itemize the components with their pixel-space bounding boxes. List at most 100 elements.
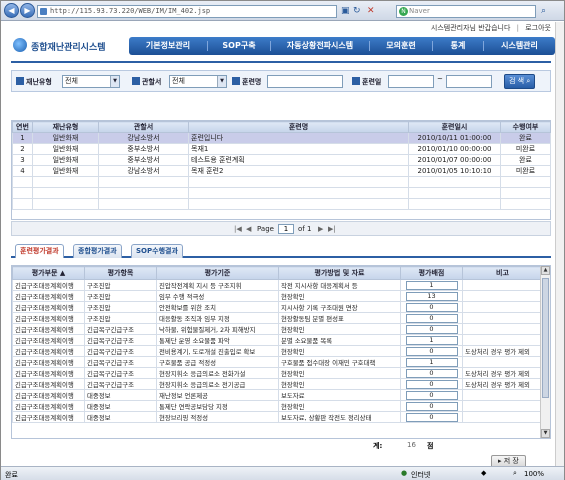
cell-remarks bbox=[462, 290, 543, 302]
cell-eval-score: 0 bbox=[400, 301, 463, 313]
zoom-icon[interactable]: ⌕ bbox=[513, 469, 517, 478]
tab-overall-eval[interactable]: 종합평가결과 bbox=[73, 244, 122, 258]
table-row[interactable]: 긴급구조대응계획이행 대중정보 현장브리핑 적정성 보도자료, 상황판 작전도 정리상… bbox=[12, 411, 543, 423]
col-header-remarks[interactable]: 비고 bbox=[462, 266, 543, 280]
date-from-input[interactable] bbox=[388, 75, 434, 88]
table-row[interactable]: 3 일반화재 중부소방서 테스트용 훈련계획 2010/01/07 00:00:… bbox=[12, 154, 551, 166]
table-row[interactable]: 긴급구조대응계획이행 긴급복구긴급구조 현장지휘소 응급의료소 전화가설 현장확인 0 도… bbox=[12, 367, 543, 379]
logout-link[interactable]: 로그아웃 bbox=[525, 24, 551, 32]
table-row[interactable]: 4 일반화재 강남소방서 목재 훈련2 2010/01/05 10:10:10 … bbox=[12, 165, 551, 177]
scroll-thumb[interactable] bbox=[542, 278, 549, 398]
menu-basic-info[interactable]: 기본정보관리 bbox=[129, 37, 207, 55]
date-range-dash: ~ bbox=[437, 75, 443, 83]
forward-icon[interactable]: ▶ bbox=[20, 3, 35, 18]
score-input[interactable]: 0 bbox=[405, 324, 458, 334]
disaster-type-select[interactable]: 전체 ▼ bbox=[62, 75, 120, 88]
table-row[interactable]: 긴급구조대응계획이행 구조진압 대응활동 조직과 임무 지정 현장활동팀 분별 편성표… bbox=[12, 312, 543, 324]
chevron-down-icon: ▼ bbox=[110, 76, 119, 87]
table-row[interactable]: 1 일반화재 강남소방서 훈련입니다 2010/10/11 01:00:00 완… bbox=[12, 132, 551, 144]
menu-system-admin[interactable]: 시스템관리 bbox=[484, 37, 555, 55]
cell-eval-criteria: 통제단 연락공보담당 지정 bbox=[156, 400, 279, 412]
score-input[interactable]: 0 bbox=[405, 379, 458, 389]
menu-mock-training[interactable]: 모의훈련 bbox=[370, 37, 432, 55]
col-header-training-date[interactable]: 훈련일시 bbox=[408, 121, 501, 133]
cell-training-date: 2010/01/05 10:10:10 bbox=[408, 165, 501, 177]
logo[interactable]: 종합재난관리시스템 bbox=[13, 36, 123, 56]
table-row[interactable]: 긴급구조대응계획이행 구조진압 안전확보를 위한 조치 지시사항 기록 구조대원 면장… bbox=[12, 301, 543, 313]
protected-mode-icon[interactable]: ◆ bbox=[481, 469, 486, 477]
cell-status: 완료 bbox=[500, 154, 551, 166]
last-page-icon[interactable]: ▶| bbox=[328, 225, 336, 233]
stop-icon[interactable]: ✕ bbox=[367, 6, 377, 16]
agency-select[interactable]: 전체 ▼ bbox=[169, 75, 227, 88]
first-page-icon[interactable]: |◀ bbox=[234, 225, 242, 233]
col-header-eval-area[interactable]: 평가부문 ▲ bbox=[12, 266, 85, 280]
cell-eval-criteria: 현장지휘소 응급의료소 전화가설 bbox=[156, 367, 279, 379]
table-row[interactable]: 긴급구조대응계획이행 구조진압 진압작전계획 지시 등 구조지휘 작전 지시사항 대응… bbox=[12, 279, 543, 291]
table-row[interactable]: 긴급구조대응계획이행 긴급복구긴급구조 통제단 운영 소요물품 파악 분별 소요물품 … bbox=[12, 334, 543, 346]
col-header-training-name[interactable]: 훈련명 bbox=[188, 121, 409, 133]
col-header-eval-method[interactable]: 평가방법 및 자료 bbox=[278, 266, 401, 280]
col-header-no[interactable]: 연번 bbox=[12, 121, 33, 133]
top-strip: 시스템관리자님 반갑습니다 | 로그아웃 bbox=[3, 22, 555, 32]
cell-remarks bbox=[462, 279, 543, 291]
url-field[interactable]: http://115.93.73.220/WEB/IM/IM_402.jsp bbox=[37, 5, 337, 18]
table-row[interactable]: 긴급구조대응계획이행 긴급복구긴급구조 현장지휘소 응급의료소 전기공급 현장확인 0 도… bbox=[12, 378, 543, 390]
scroll-down-icon[interactable]: ▼ bbox=[541, 429, 550, 438]
next-page-icon[interactable]: ▶ bbox=[318, 225, 323, 233]
cell-no: 4 bbox=[12, 165, 33, 177]
col-header-eval-criteria[interactable]: 평가기준 bbox=[156, 266, 279, 280]
col-header-agency[interactable]: 관할서 bbox=[98, 121, 189, 133]
table-row[interactable]: 긴급구조대응계획이행 구조진압 임무 수행 적극성 현장확인 13 bbox=[12, 290, 543, 302]
date-to-input[interactable] bbox=[446, 75, 492, 88]
score-input[interactable]: 0 bbox=[405, 390, 458, 400]
col-header-eval-score[interactable]: 평가배점 bbox=[400, 266, 463, 280]
evaluation-table: 평가부문 ▲ 평가항목 평가기준 평가방법 및 자료 평가배점 비고 긴급구조대… bbox=[12, 266, 543, 423]
score-input[interactable]: 0 bbox=[405, 412, 458, 422]
col-header-disaster-type[interactable]: 재난유형 bbox=[32, 121, 99, 133]
cell-eval-criteria: 현장브리핑 적정성 bbox=[156, 411, 279, 423]
page-vertical-scrollbar[interactable] bbox=[555, 22, 564, 466]
refresh-icon[interactable]: ↻ bbox=[353, 6, 363, 16]
score-input[interactable]: 13 bbox=[405, 291, 458, 301]
score-input[interactable]: 0 bbox=[405, 368, 458, 378]
total-unit: 점 bbox=[427, 442, 434, 450]
menu-statistics[interactable]: 통계 bbox=[433, 37, 483, 55]
col-header-status[interactable]: 수행여부 bbox=[500, 121, 551, 133]
cell-eval-area: 긴급구조대응계획이행 bbox=[12, 290, 85, 302]
score-input[interactable]: 1 bbox=[405, 357, 458, 367]
col-header-eval-item[interactable]: 평가항목 bbox=[84, 266, 157, 280]
compat-view-icon[interactable]: ▣ bbox=[341, 6, 351, 16]
menu-auto-propagation[interactable]: 자동상황전파시스템 bbox=[271, 37, 369, 55]
agency-label: 관할서 bbox=[132, 77, 161, 87]
zoom-level[interactable]: 100% bbox=[524, 470, 544, 478]
prev-page-icon[interactable]: ◀ bbox=[246, 225, 251, 233]
tab-training-eval[interactable]: 훈련평가결과 bbox=[15, 244, 64, 258]
score-input[interactable]: 0 bbox=[405, 346, 458, 356]
score-input[interactable]: 1 bbox=[405, 335, 458, 345]
menu-sop[interactable]: SOP구축 bbox=[208, 37, 270, 55]
search-button[interactable]: 검 색 ⌕ bbox=[504, 74, 536, 89]
tab-sop-result[interactable]: SOP수행결과 bbox=[131, 244, 183, 258]
back-icon[interactable]: ◀ bbox=[4, 3, 19, 18]
table-row[interactable]: 긴급구조대응계획이행 대중정보 재난정보 언론제공 보도자료 0 bbox=[12, 389, 543, 401]
eval-vertical-scrollbar[interactable]: ▲ ▼ bbox=[540, 266, 550, 438]
cell-eval-method: 분별 소요물품 목록 bbox=[278, 334, 401, 346]
search-go-icon[interactable]: ⌕ bbox=[541, 6, 551, 16]
cell-disaster-type: 일반화재 bbox=[32, 154, 99, 166]
score-input[interactable]: 1 bbox=[405, 280, 458, 290]
table-row[interactable]: 긴급구조대응계획이행 대중정보 통제단 연락공보담당 지정 현장확인 0 bbox=[12, 400, 543, 412]
score-input[interactable]: 0 bbox=[405, 401, 458, 411]
table-row[interactable]: 긴급구조대응계획이행 긴급복구긴급구조 구호물품 공급 적정성 구호물품 접수대장 이… bbox=[12, 356, 543, 368]
cell-eval-method: 구호물품 접수대장 이재민 구호대책 bbox=[278, 356, 401, 368]
table-row[interactable]: 긴급구조대응계획이행 긴급복구긴급구조 전비용계기, 도로개설 진출입로 확보 현장확… bbox=[12, 345, 543, 357]
score-input[interactable]: 0 bbox=[405, 313, 458, 323]
browser-search-input[interactable]: N Naver bbox=[396, 5, 536, 18]
table-row[interactable]: 긴급구조대응계획이행 긴급복구긴급구조 낙하물, 위험물질제거, 2차 피해방지 현장… bbox=[12, 323, 543, 335]
score-input[interactable]: 0 bbox=[405, 302, 458, 312]
cell-eval-method: 현장확인 bbox=[278, 290, 401, 302]
scroll-up-icon[interactable]: ▲ bbox=[541, 266, 550, 275]
table-row[interactable]: 2 일반화재 중부소방서 목재1 2010/01/10 00:00:00 미완료 bbox=[12, 143, 551, 155]
page-number-input[interactable]: 1 bbox=[278, 224, 294, 234]
training-name-input[interactable] bbox=[267, 75, 343, 88]
